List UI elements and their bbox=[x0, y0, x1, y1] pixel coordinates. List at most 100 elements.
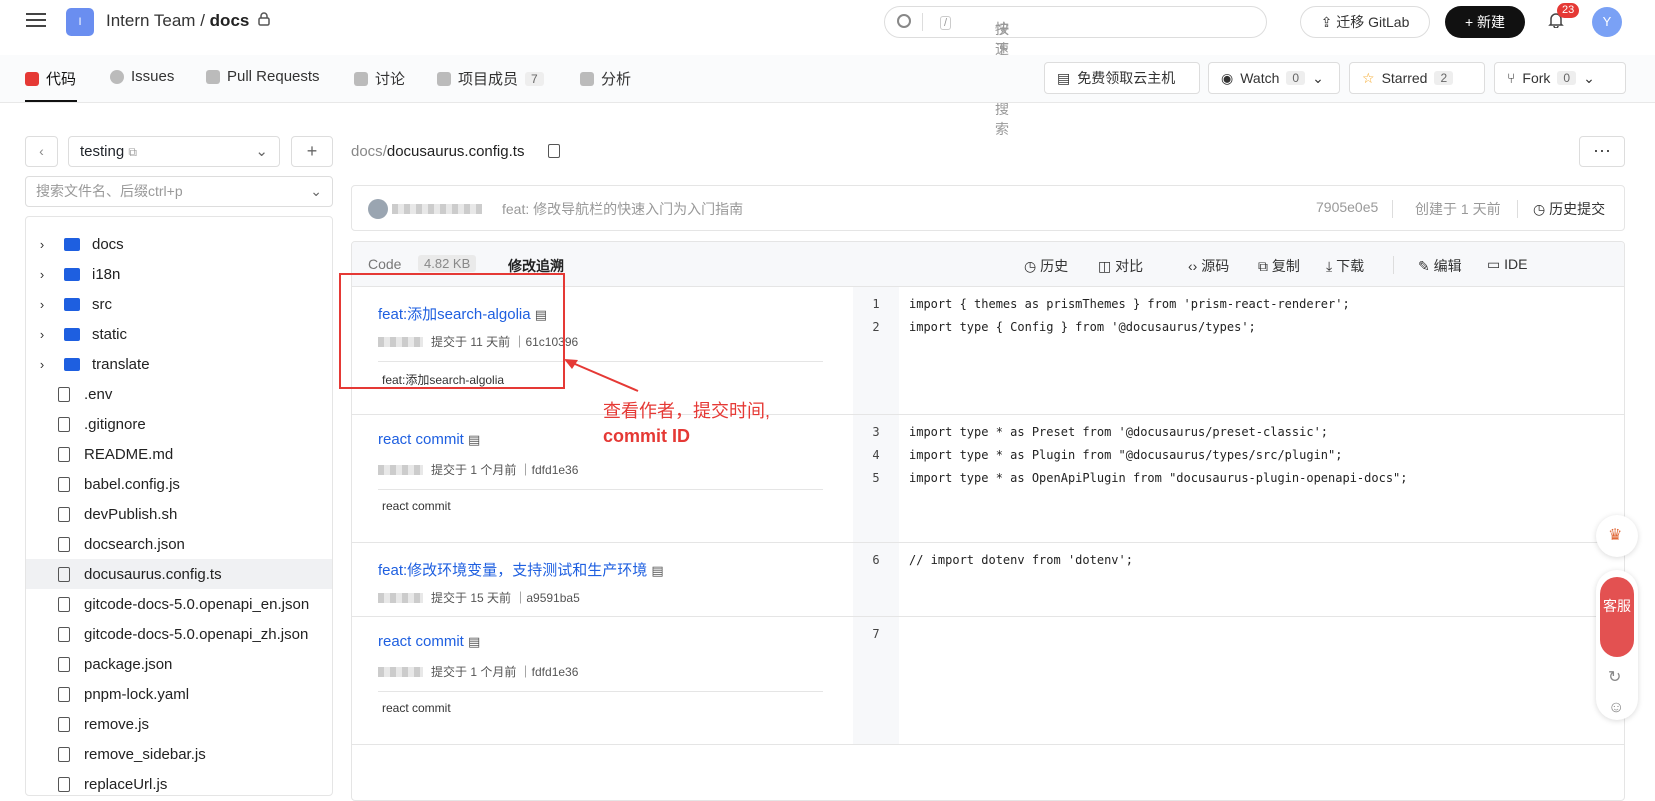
folder-item[interactable]: › src bbox=[26, 289, 332, 319]
edit-button[interactable]: ✎ 编辑 bbox=[1418, 256, 1462, 276]
cloud-host-button[interactable]: ▤ 免费领取云主机 bbox=[1044, 62, 1200, 94]
folder-item[interactable]: › i18n bbox=[26, 259, 332, 289]
compare-button[interactable]: ◫ 对比 bbox=[1098, 256, 1143, 276]
history-commits-button[interactable]: ◷ 历史提交 bbox=[1533, 199, 1605, 219]
refresh-icon[interactable]: ↻ bbox=[1608, 667, 1621, 687]
document-icon[interactable]: ▤ bbox=[651, 563, 663, 578]
blame-commit-meta: 提交于 1 个月前 ｜fdfd1e36 bbox=[378, 461, 578, 478]
file-icon bbox=[58, 776, 70, 792]
blame-commit-title[interactable]: react commit ▤ bbox=[378, 633, 480, 650]
file-item[interactable]: gitcode-docs-5.0.openapi_zh.json bbox=[26, 619, 332, 649]
breadcrumb-repo[interactable]: docs bbox=[210, 11, 250, 30]
blame-commit-title[interactable]: feat:修改环境变量，支持测试和生产环境 ▤ bbox=[378, 559, 664, 580]
folder-item[interactable]: › docs bbox=[26, 229, 332, 259]
commit-sha[interactable]: 7905e0e5 bbox=[1316, 199, 1378, 215]
tab-members[interactable]: 项目成员 7 bbox=[437, 68, 544, 89]
file-item[interactable]: gitcode-docs-5.0.openapi_en.json bbox=[26, 589, 332, 619]
blame-commit-title[interactable]: react commit ▤ bbox=[378, 431, 480, 448]
file-search-input[interactable]: 搜索文件名、后缀ctrl+p ⌄ bbox=[25, 176, 333, 207]
line-number: 2 bbox=[872, 320, 880, 334]
trophy-widget[interactable]: ♛ bbox=[1596, 515, 1638, 557]
copy-button[interactable]: ⧉ 复制 bbox=[1258, 256, 1300, 276]
line-number: 1 bbox=[872, 297, 880, 311]
tab-code[interactable]: 代码 bbox=[25, 68, 76, 89]
commit-message[interactable]: feat: 修改导航栏的快速入门为入门指南 bbox=[502, 199, 743, 219]
folder-icon bbox=[64, 267, 80, 281]
file-path: docs/docusaurus.config.ts bbox=[351, 143, 525, 160]
top-bar: I Intern Team / docs 按下 / 快速开启搜索 ⇪ 迁移 Gi… bbox=[0, 0, 1655, 137]
tab-issues[interactable]: Issues bbox=[110, 68, 174, 85]
more-button[interactable]: ··· bbox=[1579, 136, 1625, 167]
breadcrumb-org[interactable]: Intern Team bbox=[106, 11, 195, 30]
file-item[interactable]: remove.js bbox=[26, 709, 332, 739]
fork-button[interactable]: ⑂ Fork 0 ⌄ bbox=[1494, 62, 1626, 94]
file-item[interactable]: .env bbox=[26, 379, 332, 409]
file-item[interactable]: babel.config.js bbox=[26, 469, 332, 499]
download-button[interactable]: ⤓ 下载 bbox=[1326, 256, 1364, 276]
author-name-blurred bbox=[392, 204, 482, 214]
chevron-right-icon[interactable]: › bbox=[32, 237, 52, 252]
code-icon bbox=[25, 71, 39, 86]
code-line: import type * as OpenApiPlugin from "doc… bbox=[909, 471, 1408, 485]
file-item[interactable]: docusaurus.config.ts bbox=[26, 559, 332, 589]
folder-item[interactable]: › translate bbox=[26, 349, 332, 379]
tab-pull-requests[interactable]: Pull Requests bbox=[206, 68, 320, 85]
blame-commit-body: react commit bbox=[382, 701, 451, 715]
file-item[interactable]: package.json bbox=[26, 649, 332, 679]
org-logo[interactable]: I bbox=[66, 8, 94, 36]
file-item[interactable]: .gitignore bbox=[26, 409, 332, 439]
pull-request-icon bbox=[206, 69, 220, 84]
tab-code-view[interactable]: Code bbox=[368, 256, 401, 272]
commit-time: 创建于 1 天前 bbox=[1415, 201, 1501, 217]
menu-icon[interactable] bbox=[26, 10, 46, 30]
chevron-down-icon: ⌄ bbox=[255, 143, 268, 160]
source-button[interactable]: ‹› 源码 bbox=[1188, 256, 1229, 276]
chevron-right-icon[interactable]: › bbox=[32, 357, 52, 372]
eye-icon: ◉ bbox=[1221, 69, 1234, 86]
search-icon bbox=[897, 14, 911, 28]
file-icon bbox=[58, 686, 70, 702]
members-icon bbox=[437, 71, 451, 86]
file-tree: › docs › i18n › src › static › translate .env .giti… bbox=[25, 216, 333, 796]
folder-item[interactable]: › static bbox=[26, 319, 332, 349]
branch-selector[interactable]: testing ⧉ ⌄ bbox=[68, 136, 280, 167]
star-button[interactable]: ☆ Starred 2 bbox=[1349, 62, 1485, 94]
chevron-right-icon[interactable]: › bbox=[32, 297, 52, 312]
file-icon bbox=[58, 386, 70, 402]
chevron-right-icon[interactable]: › bbox=[32, 327, 52, 342]
star-icon: ☆ bbox=[1362, 69, 1375, 86]
document-icon[interactable]: ▤ bbox=[468, 432, 480, 447]
path-file: docusaurus.config.ts bbox=[386, 143, 525, 160]
file-item[interactable]: pnpm-lock.yaml bbox=[26, 679, 332, 709]
chevron-right-icon[interactable]: › bbox=[32, 267, 52, 282]
document-icon[interactable]: ▤ bbox=[468, 634, 480, 649]
tab-discussion[interactable]: 讨论 bbox=[354, 68, 405, 89]
file-icon bbox=[58, 716, 70, 732]
migrate-gitlab-button[interactable]: ⇪ 迁移 GitLab bbox=[1300, 6, 1430, 38]
code-line: import type { Config } from '@docusaurus… bbox=[909, 320, 1256, 334]
history-button[interactable]: ◷ 历史 bbox=[1024, 256, 1068, 276]
add-file-button[interactable]: + bbox=[291, 136, 333, 167]
watch-button[interactable]: ◉ Watch 0 ⌄ bbox=[1208, 62, 1340, 94]
lock-icon bbox=[258, 12, 270, 26]
code-line: import { themes as prismThemes } from 'p… bbox=[909, 297, 1350, 311]
global-search[interactable]: 按下 / 快速开启搜索 bbox=[884, 6, 1267, 137]
line-number: 4 bbox=[872, 448, 880, 462]
ide-button[interactable]: ▭ IDE bbox=[1487, 256, 1527, 273]
file-icon bbox=[58, 626, 70, 642]
collapse-sidebar-button[interactable]: ‹ bbox=[25, 136, 58, 167]
new-button[interactable]: + 新建 bbox=[1445, 6, 1525, 38]
path-dir-link[interactable]: docs bbox=[351, 143, 383, 160]
tab-analytics[interactable]: 分析 bbox=[580, 68, 631, 89]
copy-path-icon[interactable] bbox=[548, 144, 560, 158]
file-icon bbox=[58, 746, 70, 762]
line-number: 7 bbox=[872, 627, 880, 641]
file-item[interactable]: README.md bbox=[26, 439, 332, 469]
copy-icon[interactable]: ⧉ bbox=[128, 145, 137, 159]
user-avatar[interactable]: Y bbox=[1592, 7, 1622, 37]
customer-service-button[interactable]: 客服 bbox=[1600, 577, 1634, 657]
file-item[interactable]: devPublish.sh bbox=[26, 499, 332, 529]
file-item[interactable]: docsearch.json bbox=[26, 529, 332, 559]
file-item[interactable]: remove_sidebar.js bbox=[26, 739, 332, 769]
feedback-icon[interactable]: ☺ bbox=[1608, 699, 1624, 717]
